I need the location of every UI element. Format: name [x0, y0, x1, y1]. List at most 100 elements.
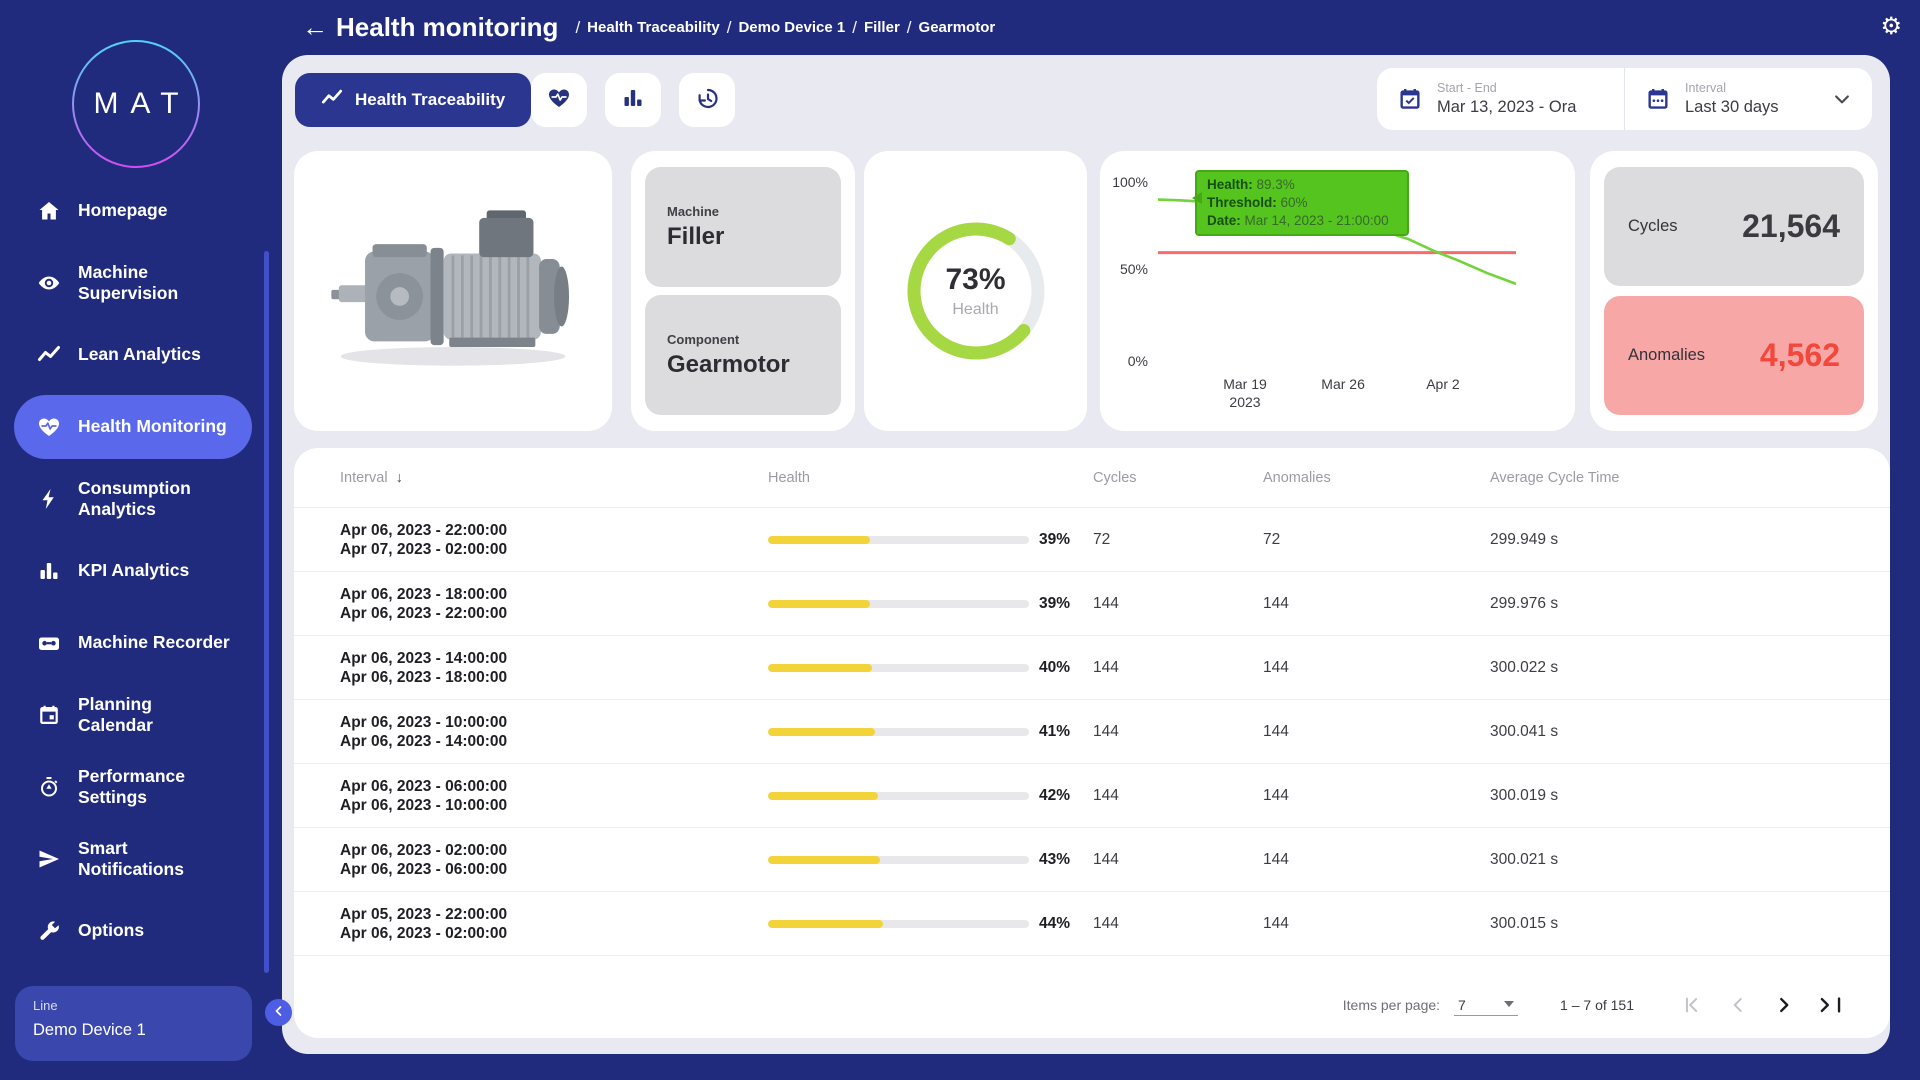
table-row[interactable]: Apr 06, 2023 - 18:00:00 Apr 06, 2023 - 2…	[294, 572, 1890, 636]
sidebar-item-consumption-analytics[interactable]: Consumption Analytics	[14, 467, 252, 531]
interval-select[interactable]: Interval Last 30 days	[1624, 68, 1872, 130]
sidebar-item-label: Homepage	[78, 200, 167, 221]
sidebar-item-label: Smart Notifications	[78, 838, 184, 881]
items-per-page-label: Items per page:	[1343, 997, 1440, 1013]
first-page-button[interactable]	[1674, 987, 1710, 1023]
date-range-picker[interactable]: Start - End Mar 13, 2023 - Ora	[1377, 68, 1624, 130]
tooltip-row: Date: Mar 14, 2023 - 21:00:00	[1207, 212, 1397, 230]
interval-start: Apr 06, 2023 - 06:00:00	[340, 777, 768, 796]
bar-chart-button[interactable]	[605, 73, 661, 127]
svg-text:2023: 2023	[1229, 394, 1260, 410]
sidebar-item-options[interactable]: Options	[14, 899, 252, 963]
breadcrumb-item[interactable]: Demo Device 1	[738, 19, 845, 36]
sidebar-item-label: Machine Supervision	[78, 262, 178, 305]
interval-end: Apr 07, 2023 - 02:00:00	[340, 540, 768, 559]
sidebar-item-machine-supervision[interactable]: Machine Supervision	[14, 251, 252, 315]
sidebar-item-machine-recorder[interactable]: Machine Recorder	[14, 611, 252, 675]
page-title: Health monitoring	[336, 12, 558, 43]
sidebar-item-label: Options	[78, 920, 144, 941]
tooltip-row: Threshold: 60%	[1207, 194, 1397, 212]
breadcrumb-item[interactable]: Filler	[864, 19, 900, 36]
recorder-icon	[36, 630, 62, 656]
sidebar-item-health-monitoring[interactable]: Health Monitoring	[14, 395, 252, 459]
tab-label: Health Traceability	[355, 90, 505, 110]
breadcrumb-item[interactable]: Gearmotor	[919, 19, 996, 36]
sidebar-item-kpi-analytics[interactable]: KPI Analytics	[14, 539, 252, 603]
send-icon	[36, 846, 62, 872]
top-header: ← Health monitoring /Health Traceability…	[282, 0, 1920, 55]
component-value: Gearmotor	[667, 351, 819, 379]
breadcrumb: /Health Traceability/Demo Device 1/Fille…	[568, 18, 995, 38]
sidebar-collapse-button[interactable]	[265, 999, 292, 1026]
trend-icon	[36, 342, 62, 368]
health-bar	[768, 856, 1029, 864]
tab-health-traceability[interactable]: Health Traceability	[295, 73, 531, 127]
gearmotor-image	[303, 158, 603, 425]
gauge-caption: Health	[952, 301, 998, 319]
table-row[interactable]: Apr 06, 2023 - 22:00:00 Apr 07, 2023 - 0…	[294, 508, 1890, 572]
cycles-cell: 144	[1093, 787, 1263, 805]
sidebar-item-label: KPI Analytics	[78, 560, 189, 581]
anomalies-cell: 144	[1263, 851, 1490, 869]
svg-text:50%: 50%	[1120, 261, 1148, 277]
device-selector-card[interactable]: Line Demo Device 1	[15, 986, 252, 1061]
health-bar	[768, 728, 1029, 736]
table-header: Interval↓ Health Cycles Anomalies Averag…	[294, 448, 1890, 508]
cycles-cell: 144	[1093, 659, 1263, 677]
anomalies-cell: 144	[1263, 595, 1490, 613]
interval-end: Apr 06, 2023 - 14:00:00	[340, 732, 768, 751]
sort-desc-icon[interactable]: ↓	[396, 470, 403, 486]
avg-cycle-time-cell: 299.976 s	[1490, 595, 1844, 613]
interval-end: Apr 06, 2023 - 02:00:00	[340, 924, 768, 943]
sidebar-item-label: Planning Calendar	[78, 694, 153, 737]
sidebar-item-planning-calendar[interactable]: Planning Calendar	[14, 683, 252, 747]
health-heart-button[interactable]	[531, 73, 587, 127]
anomalies-value: 4,562	[1760, 337, 1840, 374]
previous-page-button[interactable]	[1720, 987, 1756, 1023]
history-button[interactable]	[679, 73, 735, 127]
cycles-label: Cycles	[1628, 217, 1678, 236]
breadcrumb-item[interactable]: Health Traceability	[587, 19, 720, 36]
last-page-button[interactable]	[1812, 987, 1848, 1023]
machine-image-card	[294, 151, 612, 431]
anomalies-cell: 144	[1263, 659, 1490, 677]
sidebar-item-label: Health Monitoring	[78, 416, 227, 437]
table-row[interactable]: Apr 06, 2023 - 14:00:00 Apr 06, 2023 - 1…	[294, 636, 1890, 700]
avg-cycle-time-cell: 300.019 s	[1490, 787, 1844, 805]
sidebar-item-smart-notifications[interactable]: Smart Notifications	[14, 827, 252, 891]
sidebar-item-performance-settings[interactable]: Performance Settings	[14, 755, 252, 819]
page-range-text: 1 – 7 of 151	[1560, 997, 1634, 1013]
table-row[interactable]: Apr 06, 2023 - 06:00:00 Apr 06, 2023 - 1…	[294, 764, 1890, 828]
logo-text: MAT	[81, 87, 190, 121]
anomalies-cell: 144	[1263, 787, 1490, 805]
sidebar-item-lean-analytics[interactable]: Lean Analytics	[14, 323, 252, 387]
items-per-page-select[interactable]: 7	[1454, 995, 1518, 1016]
table-row[interactable]: Apr 05, 2023 - 22:00:00 Apr 06, 2023 - 0…	[294, 892, 1890, 956]
svg-text:100%: 100%	[1112, 174, 1148, 190]
sidebar-scrollbar[interactable]	[264, 251, 269, 973]
interval-end: Apr 06, 2023 - 06:00:00	[340, 860, 768, 879]
table-row[interactable]: Apr 06, 2023 - 10:00:00 Apr 06, 2023 - 1…	[294, 700, 1890, 764]
col-interval[interactable]: Interval↓	[340, 470, 768, 486]
cycles-box: Cycles 21,564	[1604, 167, 1864, 286]
device-selector-value: Demo Device 1	[33, 1021, 234, 1040]
health-bar	[768, 600, 1029, 608]
table-row[interactable]: Apr 06, 2023 - 02:00:00 Apr 06, 2023 - 0…	[294, 828, 1890, 892]
cycles-cell: 144	[1093, 595, 1263, 613]
tooltip-row: Health: 89.3%	[1207, 176, 1397, 194]
machine-value: Filler	[667, 223, 819, 251]
health-gauge: 73% Health	[896, 211, 1056, 371]
settings-gear-icon[interactable]: ⚙	[1880, 12, 1902, 41]
interval-start: Apr 06, 2023 - 14:00:00	[340, 649, 768, 668]
main-content: Health Traceability Start - End Mar 13, …	[282, 55, 1890, 1054]
sidebar-item-homepage[interactable]: Homepage	[14, 179, 252, 243]
back-arrow-icon[interactable]: ←	[300, 13, 330, 43]
bar-chart-icon	[621, 86, 645, 115]
sidebar-item-label: Machine Recorder	[78, 632, 230, 653]
health-percent: 43%	[1039, 851, 1070, 869]
anomalies-label: Anomalies	[1628, 346, 1705, 365]
bolt-icon	[36, 486, 62, 512]
avg-cycle-time-cell: 300.021 s	[1490, 851, 1844, 869]
svg-text:Apr 2: Apr 2	[1426, 376, 1460, 392]
next-page-button[interactable]	[1766, 987, 1802, 1023]
